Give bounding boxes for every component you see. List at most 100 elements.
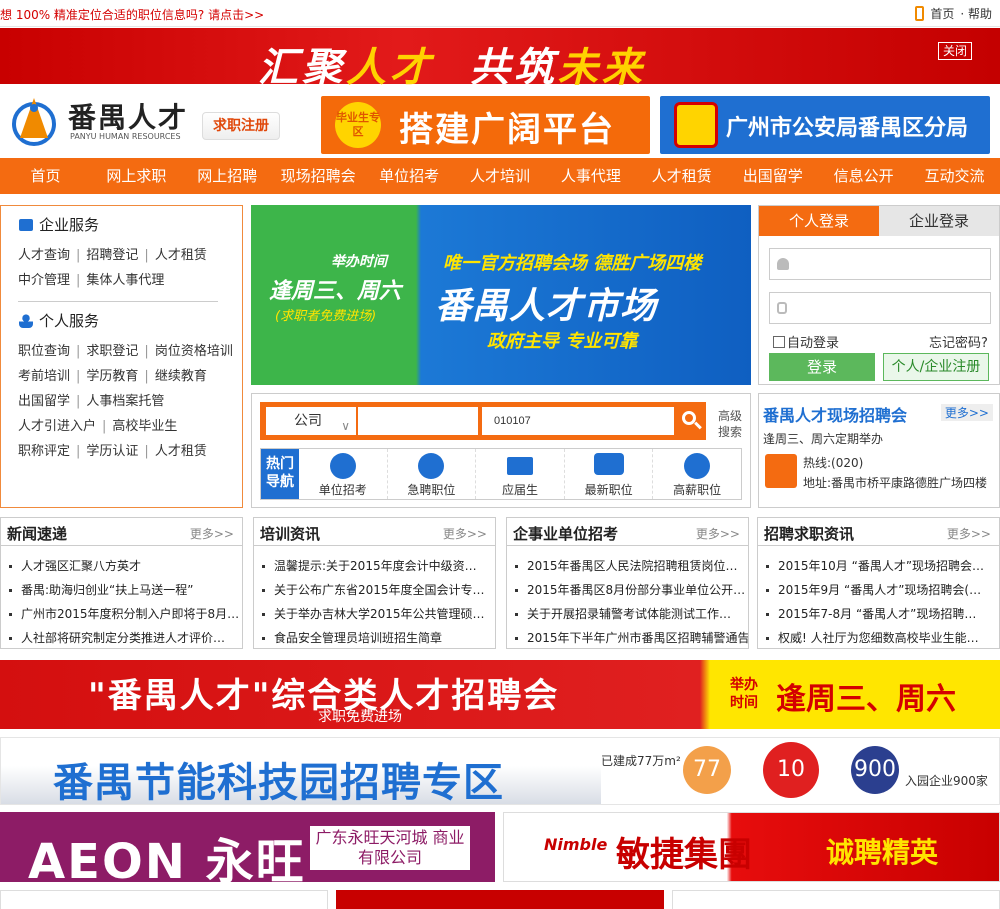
tab-company-login[interactable]: 企业登录 <box>879 206 999 236</box>
nimble-banner[interactable]: Nimble 敏捷集團 诚聘精英 <box>503 812 1000 882</box>
fair-more-link[interactable]: 更多>> <box>940 404 993 421</box>
close-banner-button[interactable]: 关闭 <box>938 42 973 60</box>
hot-nav: 热门导航 单位招考 急聘职位 应届生 最新职位 高薪职位 <box>260 448 742 500</box>
hot-newest[interactable]: 最新职位 <box>565 449 654 499</box>
energy-park-banner[interactable]: 番禺节能科技园招聘专区 已建成77万m² 77 10 900 入园企业900家 <box>0 737 1000 805</box>
comprehensive-fair-banner[interactable]: "番禺人才"综合类人才招聘会 求职免费进场 举办时间 逢周三、周六 <box>0 660 1000 729</box>
service-link[interactable]: 中介管理 <box>18 273 70 288</box>
fair-title[interactable]: 番禺人才现场招聘会 <box>763 402 907 426</box>
hot-urgent[interactable]: 急聘职位 <box>388 449 477 499</box>
service-link[interactable]: 人才查询 <box>18 248 70 263</box>
nav-personnel-agency[interactable]: 人事代理 <box>545 158 636 194</box>
training-more-link[interactable]: 更多>> <box>443 525 487 542</box>
list-item[interactable]: 2015年10月 “番禺人才”现场招聘会… <box>758 554 999 578</box>
mobile-phone-icon[interactable] <box>915 6 925 21</box>
list-item[interactable]: 食品安全管理员培训班招生简章 <box>254 626 495 650</box>
service-link[interactable]: 学历认证 <box>86 444 138 459</box>
list-item[interactable]: 2015年番禺区人民法院招聘租赁岗位… <box>507 554 748 578</box>
tab-personal-login[interactable]: 个人登录 <box>759 206 879 236</box>
list-item[interactable]: 番禺:助海归创业“扶上马送一程” <box>1 578 242 602</box>
news-more-link[interactable]: 更多>> <box>190 525 234 542</box>
service-link[interactable]: 人事档案托管 <box>86 394 164 409</box>
service-link[interactable]: 出国留学 <box>18 394 70 409</box>
service-link[interactable]: 人才租赁 <box>155 444 207 459</box>
hot-high-salary[interactable]: 高薪职位 <box>653 449 741 499</box>
graduate-zone-text: 搭建广阔平台 <box>399 110 615 150</box>
hot-graduate[interactable]: 应届生 <box>476 449 565 499</box>
search-code-input[interactable] <box>482 407 674 435</box>
top-banner[interactable]: 汇聚人才 共筑未来 关闭 <box>0 28 1000 91</box>
list-item[interactable]: 2015年下半年广州市番禺区招聘辅警通告 <box>507 626 748 650</box>
advanced-search-link[interactable]: 高级搜索 <box>718 408 744 440</box>
promo-time-label: 举办时间 <box>331 254 387 270</box>
nav-interaction[interactable]: 互动交流 <box>909 158 1000 194</box>
partner-banner[interactable] <box>336 890 664 909</box>
partner-banner[interactable] <box>0 890 328 909</box>
precise-position-link[interactable]: 想 100% 精准定位合适的职位信息吗? 请点击>> <box>0 6 264 23</box>
home-link[interactable]: 首页 <box>930 5 954 22</box>
help-link[interactable]: · 帮助 <box>960 5 992 22</box>
logo-mark-icon <box>12 98 56 146</box>
search-keyword-input[interactable] <box>358 407 478 435</box>
nav-training[interactable]: 人才培训 <box>455 158 546 194</box>
unit-exam-more-link[interactable]: 更多>> <box>696 525 740 542</box>
list-item[interactable]: 关于公布广东省2015年度全国会计专… <box>254 578 495 602</box>
list-item[interactable]: 关于举办吉林大学2015年公共管理硕… <box>254 602 495 626</box>
partner-banner[interactable] <box>672 890 1000 909</box>
service-link[interactable]: 岗位资格培训 <box>155 344 233 359</box>
list-item[interactable]: 2015年9月 “番禺人才”现场招聘会(… <box>758 578 999 602</box>
nav-online-jobseek[interactable]: 网上求职 <box>91 158 182 194</box>
nav-info-public[interactable]: 信息公开 <box>818 158 909 194</box>
news-title: 新闻速递 <box>7 525 68 543</box>
nav-home[interactable]: 首页 <box>0 158 91 194</box>
list-item[interactable]: 人社部将研究制定分类推进人才评价… <box>1 626 242 650</box>
list-item[interactable]: 广州市2015年度积分制入户即将于8月… <box>1 602 242 626</box>
list-item[interactable]: 人才强区汇聚八方英才 <box>1 554 242 578</box>
service-link[interactable]: 职称评定 <box>18 444 70 459</box>
list-item[interactable]: 温馨提示:关于2015年度会计中级资… <box>254 554 495 578</box>
service-link[interactable]: 人才租赁 <box>155 248 207 263</box>
service-link[interactable]: 求职登记 <box>86 344 138 359</box>
hot-nav-label: 热门导航 <box>261 449 299 499</box>
list-item[interactable]: 关于开展招录辅警考试体能测试工作… <box>507 602 748 626</box>
login-button[interactable]: 登录 <box>769 353 875 381</box>
police-bureau-banner[interactable]: 广州市公安局番禺区分局 <box>660 96 990 154</box>
search-person-icon <box>329 453 356 479</box>
service-link[interactable]: 人才引进入户 <box>18 419 96 434</box>
service-link[interactable]: 集体人事代理 <box>86 273 164 288</box>
list-item[interactable]: 2015年番禺区8月份部分事业单位公开… <box>507 578 748 602</box>
hot-unit-exam[interactable]: 单位招考 <box>299 449 388 499</box>
corp-service-heading: 企业服务 <box>19 214 242 235</box>
username-input[interactable] <box>769 248 991 280</box>
job-seeker-register-button[interactable]: 求职注册 <box>202 112 280 140</box>
aeon-banner[interactable]: AEON 永旺 广东永旺天河城 商业有限公司 <box>0 812 495 890</box>
nav-job-fair[interactable]: 现场招聘会 <box>273 158 364 194</box>
forgot-password-link[interactable]: 忘记密码? <box>929 332 988 351</box>
recruit-more-link[interactable]: 更多>> <box>947 525 991 542</box>
nav-unit-exam[interactable]: 单位招考 <box>364 158 455 194</box>
service-link[interactable]: 职位查询 <box>18 344 70 359</box>
graduate-zone-banner[interactable]: 毕业生专区 搭建广阔平台 <box>321 96 650 154</box>
corp-service-links: 人才查询 | 招聘登记 | 人才租赁 中介管理 | 集体人事代理 <box>18 248 207 288</box>
checkbox-icon[interactable] <box>773 335 785 348</box>
list-item[interactable]: 权威! 人社厅为您细数高校毕业生能… <box>758 626 999 650</box>
register-button[interactable]: 个人/企业注册 <box>883 353 989 381</box>
nav-online-recruit[interactable]: 网上招聘 <box>182 158 273 194</box>
nav-talent-lease[interactable]: 人才租赁 <box>636 158 727 194</box>
search-button[interactable] <box>676 407 704 435</box>
talent-market-promo[interactable]: 举办时间 逢周三、周六 (求职者免费进场) 唯一官方招聘会场 德胜广场四楼 番禺… <box>251 205 751 385</box>
service-link[interactable]: 招聘登记 <box>86 248 138 263</box>
nav-study-abroad[interactable]: 出国留学 <box>727 158 818 194</box>
auto-login-checkbox[interactable]: 自动登录 <box>773 332 839 351</box>
logo-english: PANYU HUMAN RESOURCES <box>70 132 181 141</box>
service-link[interactable]: 考前培训 <box>18 369 70 384</box>
service-link[interactable]: 学历教育 <box>86 369 138 384</box>
list-item[interactable]: 2015年7-8月 “番禺人才”现场招聘… <box>758 602 999 626</box>
service-link[interactable]: 高校毕业生 <box>112 419 177 434</box>
site-logo[interactable]: 番禺人才 PANYU HUMAN RESOURCES <box>8 92 188 148</box>
money-bag-icon <box>684 453 711 479</box>
personal-service-links: 职位查询 | 求职登记 | 岗位资格培训 考前培训 | 学历教育 | 继续教育 出国留学 | 人事档… <box>18 344 233 459</box>
search-type-select[interactable]: 公司 ∨ <box>266 407 356 435</box>
password-input[interactable] <box>769 292 991 324</box>
service-link[interactable]: 继续教育 <box>155 369 207 384</box>
